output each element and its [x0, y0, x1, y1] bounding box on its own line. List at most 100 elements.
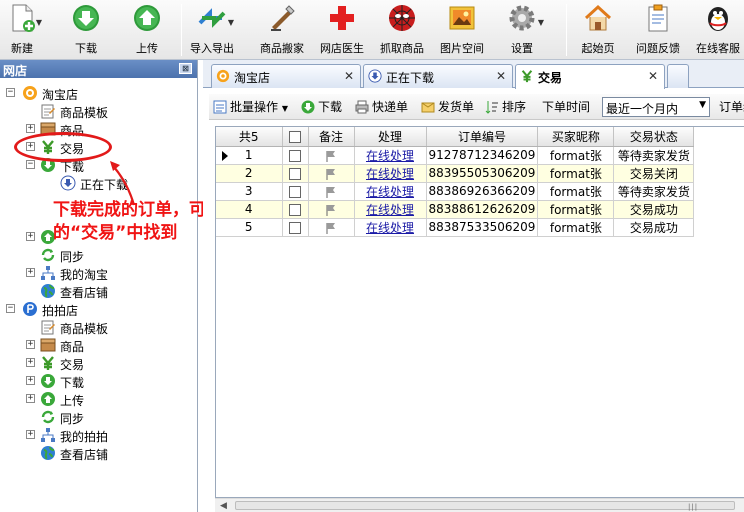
tree-node-sync[interactable]: 同步 — [0, 246, 198, 264]
row-remark[interactable] — [308, 182, 355, 201]
tree-node-paipai-shop[interactable]: − 拍拍店 — [0, 300, 198, 318]
grab-goods-button[interactable]: 抓取商品 — [380, 0, 424, 60]
expand-icon[interactable]: + — [26, 376, 35, 385]
grid-download-button[interactable]: 下载 — [301, 98, 342, 116]
row-select[interactable] — [282, 182, 309, 201]
online-process-link[interactable]: 在线处理 — [366, 203, 414, 217]
support-button[interactable]: 在线客服 — [696, 0, 740, 60]
flag-icon[interactable] — [324, 168, 338, 180]
chevron-down-icon[interactable]: ▼ — [36, 18, 42, 27]
tree-node-view-shop[interactable]: 查看店铺 — [0, 282, 198, 300]
tree-node-goods[interactable]: + 商品 — [0, 336, 198, 354]
flag-icon[interactable] — [324, 186, 338, 198]
collapse-icon[interactable]: − — [6, 304, 15, 313]
table-row[interactable]: 1 在线处理 91278712346209 format张 等待卖家发货 — [216, 146, 695, 165]
row-select[interactable] — [282, 218, 309, 237]
tree-node-taobao-shop[interactable]: − 淘宝店 — [0, 84, 198, 102]
table-row[interactable]: 2 在线处理 88395505306209 format张 交易关闭 — [216, 164, 695, 183]
flag-icon[interactable] — [324, 204, 338, 216]
row-remark[interactable] — [308, 218, 355, 237]
collapse-icon[interactable]: − — [26, 160, 35, 169]
row-select[interactable] — [282, 146, 309, 165]
expand-icon[interactable]: + — [26, 124, 35, 133]
sort-button[interactable]: 排序 — [485, 98, 526, 116]
row-select[interactable] — [282, 164, 309, 183]
row-checkbox[interactable] — [289, 221, 301, 234]
row-select[interactable] — [282, 200, 309, 219]
scroll-left-icon[interactable]: ◀ — [220, 501, 227, 511]
row-checkbox[interactable] — [289, 167, 301, 180]
column-header-order-no[interactable]: 订单编号 — [426, 127, 539, 147]
shop-doctor-button[interactable]: 网店医生 — [320, 0, 364, 60]
column-header-count[interactable]: 共5 — [216, 127, 283, 147]
tree-node-upload[interactable]: + 上传 — [0, 390, 198, 408]
tab-downloading[interactable]: 正在下载 ✕ — [363, 64, 513, 88]
column-header-status[interactable]: 交易状态 — [613, 127, 695, 147]
ship-order-button[interactable]: 发货单 — [421, 98, 474, 116]
tree-node-download[interactable]: + 下载 — [0, 372, 198, 390]
taobao-shop-icon — [23, 86, 37, 100]
row-remark[interactable] — [308, 146, 355, 165]
flag-icon[interactable] — [324, 222, 338, 234]
online-process-link[interactable]: 在线处理 — [366, 167, 414, 181]
home-button[interactable]: 起始页 — [578, 0, 618, 60]
online-process-link[interactable]: 在线处理 — [366, 185, 414, 199]
tab-trade[interactable]: 交易 ✕ — [515, 64, 665, 89]
flag-icon[interactable] — [324, 150, 338, 162]
move-goods-button[interactable]: 商品搬家 — [260, 0, 304, 60]
column-header-buyer[interactable]: 买家昵称 — [537, 127, 615, 147]
row-checkbox[interactable] — [289, 149, 301, 162]
collapse-icon[interactable]: − — [6, 88, 15, 97]
new-tab-button[interactable] — [667, 64, 689, 88]
import-export-button[interactable]: ▼ 导入导出 — [190, 0, 234, 60]
close-icon[interactable]: ✕ — [344, 69, 354, 83]
download-button[interactable]: 下载 — [66, 0, 106, 60]
select-all-checkbox[interactable] — [289, 130, 301, 143]
column-header-select[interactable] — [282, 127, 309, 147]
table-row[interactable]: 4 在线处理 88388612626209 format张 交易成功 — [216, 200, 695, 219]
tree-node-goods-template[interactable]: 商品模板 — [0, 102, 198, 120]
chevron-down-icon[interactable]: ▼ — [228, 18, 234, 27]
expand-icon[interactable]: + — [26, 268, 35, 277]
new-button[interactable]: ▼ 新建 — [4, 0, 42, 60]
batch-operation-button[interactable]: 批量操作 ▼ — [213, 98, 288, 116]
row-checkbox[interactable] — [289, 203, 301, 216]
close-icon[interactable]: ✕ — [648, 69, 658, 83]
row-remark[interactable] — [308, 200, 355, 219]
expand-icon[interactable]: + — [26, 430, 35, 439]
row-checkbox[interactable] — [289, 185, 301, 198]
tree-node-sync[interactable]: 同步 — [0, 408, 198, 426]
table-row[interactable]: 5 在线处理 88387533506209 format张 交易成功 — [216, 218, 695, 237]
order-time-select[interactable]: 最近一个月内 ▼ — [602, 97, 710, 117]
column-header-action[interactable]: 处理 — [354, 127, 427, 147]
upload-button[interactable]: 上传 — [127, 0, 167, 60]
expand-icon[interactable]: + — [26, 358, 35, 367]
tree-node-trade[interactable]: + 交易 — [0, 354, 198, 372]
image-space-button[interactable]: 图片空间 — [440, 0, 484, 60]
expand-icon[interactable]: + — [26, 232, 35, 241]
close-icon[interactable]: ✕ — [496, 69, 506, 83]
chevron-down-icon[interactable]: ▼ — [538, 18, 544, 27]
scrollbar-thumb[interactable]: ||| — [235, 501, 735, 511]
expand-icon[interactable]: + — [26, 394, 35, 403]
tree-label: 交易 — [60, 358, 85, 372]
tree-node-download[interactable]: − 下载 — [0, 156, 198, 174]
tab-taobao-shop[interactable]: 淘宝店 ✕ — [211, 64, 361, 88]
online-process-link[interactable]: 在线处理 — [366, 221, 414, 235]
print-express-button[interactable]: 快递单 — [355, 98, 408, 116]
row-remark[interactable] — [308, 164, 355, 183]
feedback-button[interactable]: 问题反馈 — [636, 0, 680, 60]
tree-node-view-shop[interactable]: 查看店铺 — [0, 444, 198, 462]
online-process-link[interactable]: 在线处理 — [366, 149, 414, 163]
gear-icon — [509, 5, 535, 31]
tree-node-my-taobao[interactable]: + 我的淘宝 — [0, 264, 198, 282]
settings-button[interactable]: ▼ 设置 — [502, 0, 544, 60]
column-header-remark[interactable]: 备注 — [308, 127, 355, 147]
horizontal-scrollbar[interactable]: ◀ ||| — [215, 498, 744, 512]
table-row[interactable]: 3 在线处理 88386926366209 format张 等待卖家发货 — [216, 182, 695, 201]
expand-icon[interactable]: + — [26, 340, 35, 349]
tree-node-my-paipai[interactable]: + 我的拍拍 — [0, 426, 198, 444]
tree-node-goods-template[interactable]: 商品模板 — [0, 318, 198, 336]
tree-node-downloading[interactable]: 正在下载 — [0, 174, 198, 192]
pin-icon[interactable]: ⊠ — [179, 63, 192, 74]
